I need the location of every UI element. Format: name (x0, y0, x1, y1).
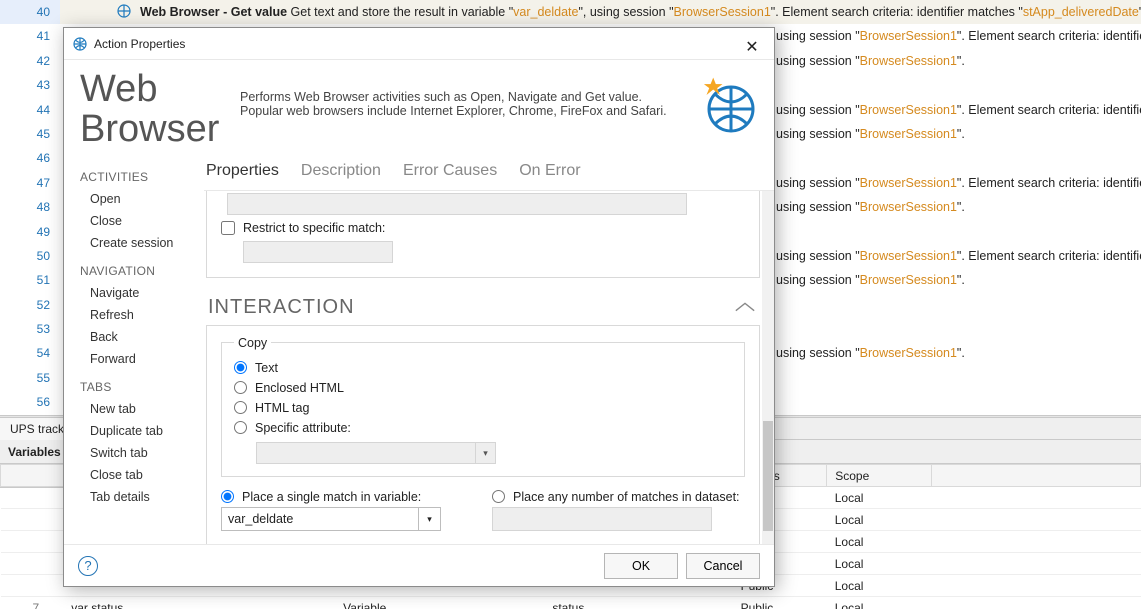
line-number-gutter: 4041424344454647484950515253545556 (0, 0, 60, 415)
place-single-radio-row[interactable]: Place a single match in variable: (221, 487, 474, 507)
line-number: 48 (0, 195, 60, 219)
globe-icon (72, 36, 88, 52)
copy-option[interactable]: Text (234, 358, 732, 378)
sidebar-item[interactable]: Duplicate tab (80, 420, 204, 442)
section-interaction-header[interactable]: INTERACTION (206, 288, 760, 325)
place-single-label: Place a single match in variable: (242, 490, 421, 504)
scrollbar[interactable] (762, 191, 774, 544)
properties-pane: Restrict to specific match: INTERACTION … (204, 191, 774, 544)
line-number: 44 (0, 98, 60, 122)
line-number: 46 (0, 146, 60, 170)
restrict-label: Restrict to specific match: (243, 221, 385, 235)
sidebar-item[interactable]: Close tab (80, 464, 204, 486)
code-line[interactable]: Web Browser - Get value Get text and sto… (60, 0, 1141, 24)
place-multi-label: Place any number of matches in dataset: (513, 490, 740, 504)
copy-option[interactable]: Enclosed HTML (234, 378, 732, 398)
properties-tabs: Properties Description Error Causes On Erro… (204, 156, 774, 191)
sidebar-item[interactable]: Navigate (80, 282, 204, 304)
activities-sidebar: ACTIVITIES OpenCloseCreate session NAVIGAT… (64, 156, 204, 544)
line-number: 47 (0, 171, 60, 195)
properties-tab[interactable]: Properties (206, 162, 279, 180)
match-input[interactable] (227, 193, 687, 215)
properties-tab[interactable]: On Error (519, 162, 580, 180)
ok-button[interactable]: OK (604, 553, 678, 579)
restrict-value-input[interactable] (243, 241, 393, 263)
line-number: 45 (0, 122, 60, 146)
place-single-radio[interactable] (221, 490, 234, 503)
copy-radio[interactable] (234, 381, 247, 394)
properties-tab[interactable]: Error Causes (403, 162, 497, 180)
copy-legend: Copy (234, 336, 271, 350)
help-icon[interactable]: ? (78, 556, 98, 576)
dialog-header: WebBrowser Performs Web Browser activiti… (64, 60, 774, 156)
line-number: 52 (0, 293, 60, 317)
specific-attribute-combo[interactable]: ▾ (256, 442, 496, 464)
sidebar-item[interactable]: Tab details (80, 486, 204, 508)
dialog-heading: WebBrowser (80, 70, 240, 150)
dialog-titlebar[interactable]: Action Properties ✕ (64, 28, 774, 60)
copy-option[interactable]: Specific attribute: (234, 418, 732, 438)
sidebar-item[interactable]: Close (80, 210, 204, 232)
chevron-up-icon (734, 301, 756, 313)
var-col-header[interactable]: Scope (827, 465, 932, 487)
restrict-checkbox-row[interactable]: Restrict to specific match: (221, 221, 745, 235)
copy-radio[interactable] (234, 421, 247, 434)
line-number: 41 (0, 24, 60, 48)
close-icon[interactable]: ✕ (738, 32, 766, 56)
line-number: 53 (0, 317, 60, 341)
sidebar-group: TABS (80, 380, 204, 394)
place-multi-radio[interactable] (492, 490, 505, 503)
place-multi-radio-row[interactable]: Place any number of matches in dataset: (492, 487, 745, 507)
globe-large-icon (698, 76, 758, 136)
var-col-header[interactable] (1, 465, 64, 487)
sidebar-item[interactable]: Forward (80, 348, 204, 370)
line-number: 54 (0, 341, 60, 365)
copy-radio[interactable] (234, 361, 247, 374)
restrict-checkbox[interactable] (221, 221, 235, 235)
properties-tab[interactable]: Description (301, 162, 381, 180)
sidebar-item[interactable]: Create session (80, 232, 204, 254)
copy-option-label: Text (255, 361, 278, 375)
line-number: 43 (0, 73, 60, 97)
sidebar-item[interactable]: Refresh (80, 304, 204, 326)
line-number: 50 (0, 244, 60, 268)
match-box: Restrict to specific match: (206, 191, 760, 278)
sidebar-item[interactable]: New tab (80, 398, 204, 420)
interaction-box: Copy Text Enclosed HTML HTML tag Specific a… (206, 325, 760, 544)
line-number: 55 (0, 366, 60, 390)
dialog-description: Performs Web Browser activities such as … (240, 70, 698, 118)
table-row[interactable]: 7var statusVariablestatusPublicLocal (1, 597, 1141, 609)
cancel-button[interactable]: Cancel (686, 553, 760, 579)
copy-option[interactable]: HTML tag (234, 398, 732, 418)
var-col-header[interactable] (931, 465, 1140, 487)
line-number: 40 (0, 0, 60, 24)
dialog-footer: ? OK Cancel (64, 544, 774, 586)
line-number: 56 (0, 390, 60, 414)
variable-select-value: var_deldate (228, 512, 293, 526)
action-properties-dialog: Action Properties ✕ WebBrowser Performs … (63, 27, 775, 587)
copy-fieldset: Copy Text Enclosed HTML HTML tag Specific a… (221, 336, 745, 477)
sidebar-group: ACTIVITIES (80, 170, 204, 184)
dialog-main: Properties Description Error Causes On Erro… (204, 156, 774, 544)
sidebar-item[interactable]: Switch tab (80, 442, 204, 464)
copy-option-label: Enclosed HTML (255, 381, 344, 395)
copy-option-label: HTML tag (255, 401, 309, 415)
section-label: INTERACTION (208, 296, 355, 319)
dataset-input[interactable] (492, 507, 712, 531)
sidebar-group: NAVIGATION (80, 264, 204, 278)
copy-radio[interactable] (234, 401, 247, 414)
variable-select[interactable]: var_deldate ▾ (221, 507, 441, 531)
line-number: 42 (0, 49, 60, 73)
copy-option-label: Specific attribute: (255, 421, 351, 435)
sidebar-item[interactable]: Open (80, 188, 204, 210)
line-number: 51 (0, 268, 60, 292)
dialog-title-text: Action Properties (94, 28, 738, 60)
sidebar-item[interactable]: Back (80, 326, 204, 348)
line-number: 49 (0, 220, 60, 244)
